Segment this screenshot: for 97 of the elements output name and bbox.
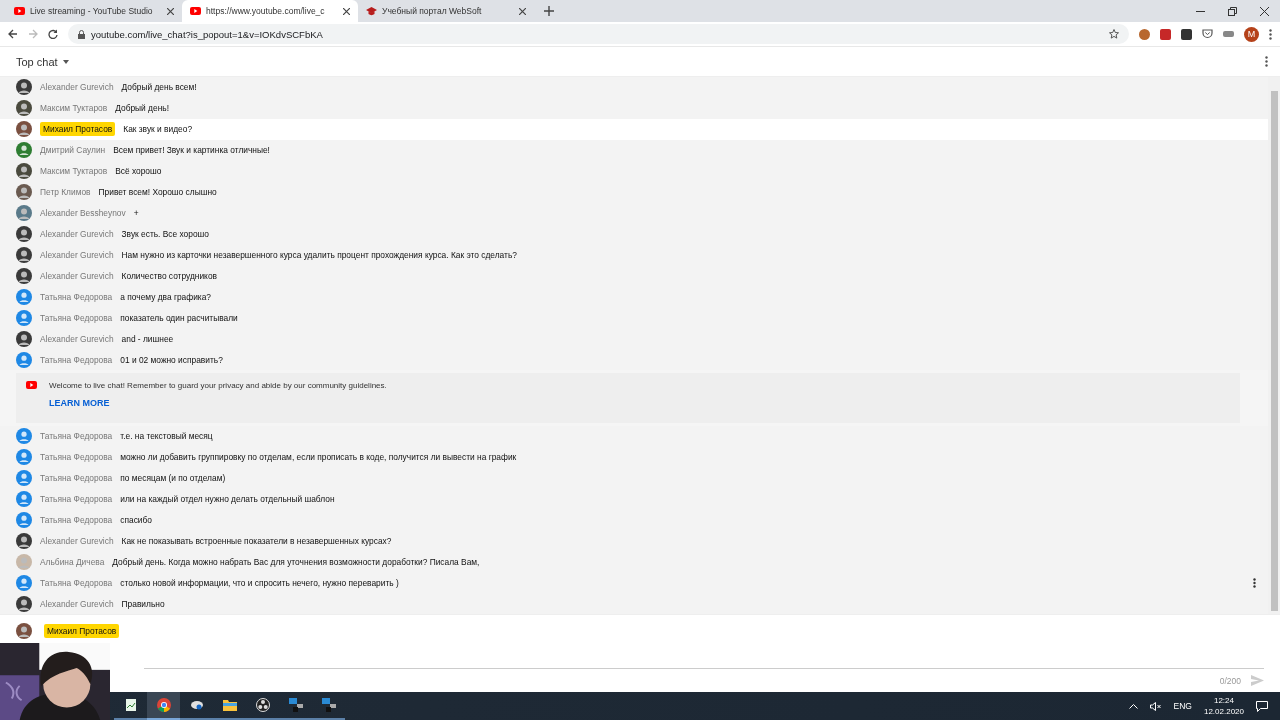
message-text: Добрый день всем! [121,82,197,93]
url-text: youtube.com/live_chat?is_popout=1&v=IOKdvSCFbKA [91,28,324,40]
clock-date: 12.02.2020 [1203,706,1244,717]
back-icon[interactable] [8,29,18,39]
tab-title: https://www.youtube.com/live_c [206,6,326,16]
author-name: Татьяна Федорова [40,354,113,365]
author-name: Петр Климов [40,187,91,198]
video-icon [190,7,201,15]
language-indicator[interactable]: ENG [1173,701,1192,711]
character-counter: 0/200 [1219,675,1241,686]
message-text: Количество сотрудников [121,270,217,281]
author-name: Татьяна Федорова [40,473,113,484]
author-name: Дмитрий Саулин [40,145,106,156]
author-name: Alexander Gurevich [40,535,114,546]
message-text: или на каждый отдел нужно делать отдельный шаблон [120,494,335,504]
video-icon [26,381,37,390]
message-text: а почему два графика? [120,291,211,302]
author-name: Татьяна Федорова [40,494,113,504]
message-text: Добрый день! [115,103,169,114]
message-text: Как звук и видео? [123,124,193,135]
app-icon[interactable] [189,698,204,712]
browser-tab[interactable]: https://www.youtube.com/live_c [182,0,358,22]
muted-speaker-icon[interactable] [1149,701,1162,711]
message-text: + [133,208,139,219]
extension-icon[interactable] [1181,28,1192,40]
browser-tab[interactable]: Live streaming - YouTube Studio [6,0,182,22]
message-text: по месяцам (и по отделам) [120,473,226,484]
message-text: Всё хорошо [115,166,162,177]
author-name: Михаил Протасов [40,122,116,137]
caret-icon [62,59,69,64]
close-icon[interactable] [1259,6,1269,16]
browser-tab[interactable]: Учебный портал WebSoft [358,0,534,22]
graduation-cap-icon [366,6,377,16]
clock-time: 12:24 [1213,695,1234,706]
author-name: Татьяна Федорова [40,514,113,525]
author-name: Alexander Bessheynov [40,208,126,219]
author-name: Alexander Gurevich [40,249,114,260]
author-name: Alexander Gurevich [40,270,114,281]
author-name: Максим Туктаров [40,166,108,177]
tab-title: Учебный портал WebSoft [382,6,483,16]
message-text: показатель один расчитывали [120,312,238,323]
star-icon[interactable] [1109,29,1119,39]
notification-icon[interactable] [1256,700,1268,712]
message-text: можно ли добавить группировку по отделам, если прописать в коде, получится ли вывести на график [120,452,517,463]
pocket-icon[interactable] [1202,29,1213,39]
message-text: Правильно [121,598,165,609]
address-bar[interactable]: youtube.com/live_chat?is_popout=1&v=IOKdvSCFbKA [68,24,1129,44]
chevron-up-icon[interactable] [1128,703,1138,709]
profile-avatar[interactable]: M [1244,26,1259,42]
clock[interactable]: 12:24 12.02.2020 [1203,695,1244,717]
message-text: столько новой информации, что и спросить нечего, нужно переварить ) [120,577,399,588]
folder-icon[interactable] [222,699,237,711]
message-text: Нам нужно из карточки незавершенного курса удалить процент прохождения курса. Как это сделать? [121,249,517,260]
message-text: Добрый день. Когда можно набрать Вас для уточнения возможности доработки? Писала Вам, [112,556,480,567]
author-name: Alexander Gurevich [40,598,114,609]
author-name: Татьяна Федорова [40,312,113,323]
tab-title: Live streaming - YouTube Studio [30,6,154,16]
author-name: Alexander Gurevich [40,82,114,93]
author-name: Татьяна Федорова [40,452,113,463]
video-icon [14,7,25,15]
author-name: Татьяна Федорова [40,291,113,302]
close-icon[interactable] [519,7,526,15]
more-icon[interactable] [1253,577,1256,588]
lock-icon [78,29,85,39]
menu-icon[interactable] [1269,28,1272,40]
minimize-icon[interactable] [1195,10,1205,12]
extension-icon[interactable] [1160,28,1171,40]
message-text: Как не показывать встроенные показатели в незавершенных курсах? [121,535,392,546]
author-name: Максим Туктаров [40,103,108,114]
message-text: спасибо [120,514,152,525]
chrome-icon[interactable] [156,698,171,712]
chat-mode-dropdown[interactable]: Top chat [16,55,69,68]
author-name: Татьяна Федорова [40,577,113,588]
blocks-icon[interactable] [321,698,336,712]
author-name: Alexander Gurevich [40,229,114,240]
new-tab-icon[interactable] [544,6,554,16]
close-icon[interactable] [167,7,174,15]
more-icon[interactable] [1265,56,1268,67]
message-text: and - лишнее [121,333,174,344]
welcome-text: Welcome to live chat! Remember to guard your privacy and abide by our community guidelines. [49,381,387,391]
message-text: 01 и 02 можно исправить? [120,354,223,365]
author-name: Альбина Дичева [40,556,105,567]
author-name: Татьяна Федорова [40,431,113,442]
blocks-icon[interactable] [288,698,303,712]
reload-icon[interactable] [48,29,58,39]
author-name: Михаил Протасов [44,624,120,638]
scrollbar-thumb[interactable] [1270,91,1278,611]
learn-more-link[interactable]: LEARN MORE [49,398,387,409]
close-icon[interactable] [343,7,350,15]
message-text: Привет всем! Хорошо слышно [98,187,217,198]
record-icon[interactable] [255,698,270,712]
author-name: Alexander Gurevich [40,333,114,344]
message-text: т.е. на текстовый месяц [120,431,213,442]
message-text: Звук есть. Все хорошо [121,229,209,240]
restore-icon[interactable] [1227,6,1237,16]
message-text: Всем привет! Звук и картинка отличные! [113,145,270,156]
spreadsheet-icon[interactable] [123,698,138,712]
